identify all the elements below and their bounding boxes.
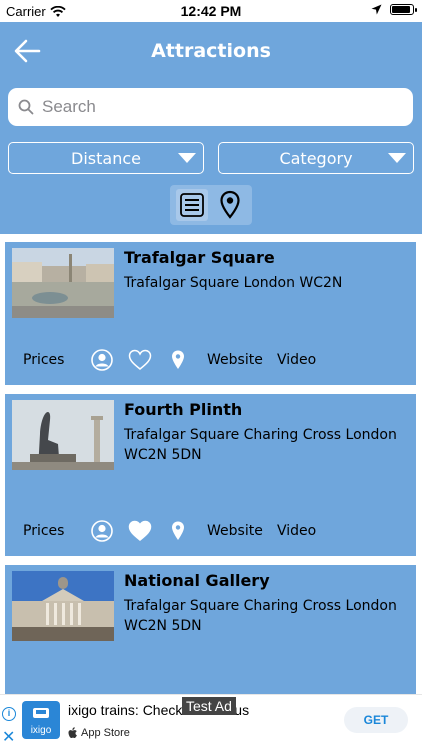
- heart-filled-icon: [128, 520, 152, 541]
- search-icon: [18, 99, 34, 115]
- attraction-name: National Gallery: [124, 571, 270, 590]
- attraction-photo: [12, 248, 114, 318]
- category-dropdown[interactable]: Category: [218, 142, 414, 174]
- attraction-address: Trafalgar Square Charing Cross London WC…: [124, 427, 397, 463]
- chevron-down-icon: [178, 153, 196, 163]
- user-circle-icon: [91, 520, 113, 542]
- location-arrow-icon: [371, 4, 382, 15]
- prices-link[interactable]: Prices: [23, 523, 83, 539]
- profile-button[interactable]: [83, 520, 121, 542]
- view-toggle: [170, 185, 252, 225]
- website-link[interactable]: Website: [207, 352, 277, 368]
- map-pin-icon: [220, 190, 240, 219]
- map-pin-icon: [172, 521, 184, 540]
- attraction-address: Trafalgar Square London WC2N: [124, 275, 343, 291]
- action-row: Prices Website Video: [23, 347, 316, 373]
- list-view-button[interactable]: [176, 189, 208, 221]
- attraction-name: Trafalgar Square: [124, 248, 275, 267]
- favorite-button[interactable]: [121, 520, 159, 542]
- chevron-down-icon: [388, 153, 406, 163]
- ad-app-logo: ixigo: [22, 701, 60, 739]
- ad-store-label: App Store: [81, 727, 130, 739]
- attraction-photo: [12, 400, 114, 470]
- user-circle-icon: [91, 349, 113, 371]
- distance-dropdown[interactable]: Distance: [8, 142, 204, 174]
- attraction-address: Trafalgar Square Charing Cross London WC…: [124, 598, 397, 634]
- battery-icon: [390, 4, 417, 15]
- train-icon: [33, 708, 49, 718]
- attraction-card[interactable]: Fourth Plinth Trafalgar Square Charing C…: [5, 394, 416, 556]
- location-button[interactable]: [159, 350, 197, 370]
- map-pin-icon: [172, 350, 184, 369]
- info-icon[interactable]: i: [2, 707, 16, 721]
- action-row: Prices Website Video: [23, 518, 316, 544]
- test-ad-label: Test Ad: [182, 697, 236, 715]
- search-placeholder: Search: [42, 97, 96, 116]
- location-button[interactable]: [159, 521, 197, 541]
- distance-dropdown-label: Distance: [71, 148, 141, 168]
- attraction-name: Fourth Plinth: [124, 400, 243, 419]
- prices-link[interactable]: Prices: [23, 352, 83, 368]
- attraction-card[interactable]: Trafalgar Square Trafalgar Square London…: [5, 242, 416, 385]
- attraction-photo: [12, 571, 114, 641]
- ad-store: App Store: [68, 727, 130, 739]
- page-title: Attractions: [151, 40, 271, 62]
- profile-button[interactable]: [83, 349, 121, 371]
- video-link[interactable]: Video: [277, 352, 316, 368]
- category-dropdown-label: Category: [279, 148, 353, 168]
- status-right: [371, 4, 417, 15]
- get-button[interactable]: GET: [344, 707, 408, 733]
- favorite-button[interactable]: [121, 349, 159, 371]
- map-view-button[interactable]: [214, 189, 246, 221]
- ad-headline-start: ixigo trains: Check: [68, 702, 183, 718]
- header: Attractions Search Distance Category: [0, 22, 422, 234]
- heart-outline-icon: [128, 349, 152, 370]
- website-link[interactable]: Website: [207, 523, 277, 539]
- ad-banner[interactable]: i ✕ ixigo ixigo trains: Check tus Test Ad…: [0, 694, 422, 750]
- attraction-card[interactable]: National Gallery Trafalgar Square Charin…: [5, 565, 416, 700]
- status-bar: Carrier 12:42 PM: [0, 0, 422, 22]
- video-link[interactable]: Video: [277, 523, 316, 539]
- clock: 12:42 PM: [180, 3, 242, 19]
- ad-app-logo-text: ixigo: [30, 725, 52, 736]
- search-input[interactable]: Search: [8, 88, 413, 126]
- list-icon: [180, 193, 204, 217]
- apple-icon: [68, 727, 77, 738]
- close-icon[interactable]: ✕: [2, 727, 15, 747]
